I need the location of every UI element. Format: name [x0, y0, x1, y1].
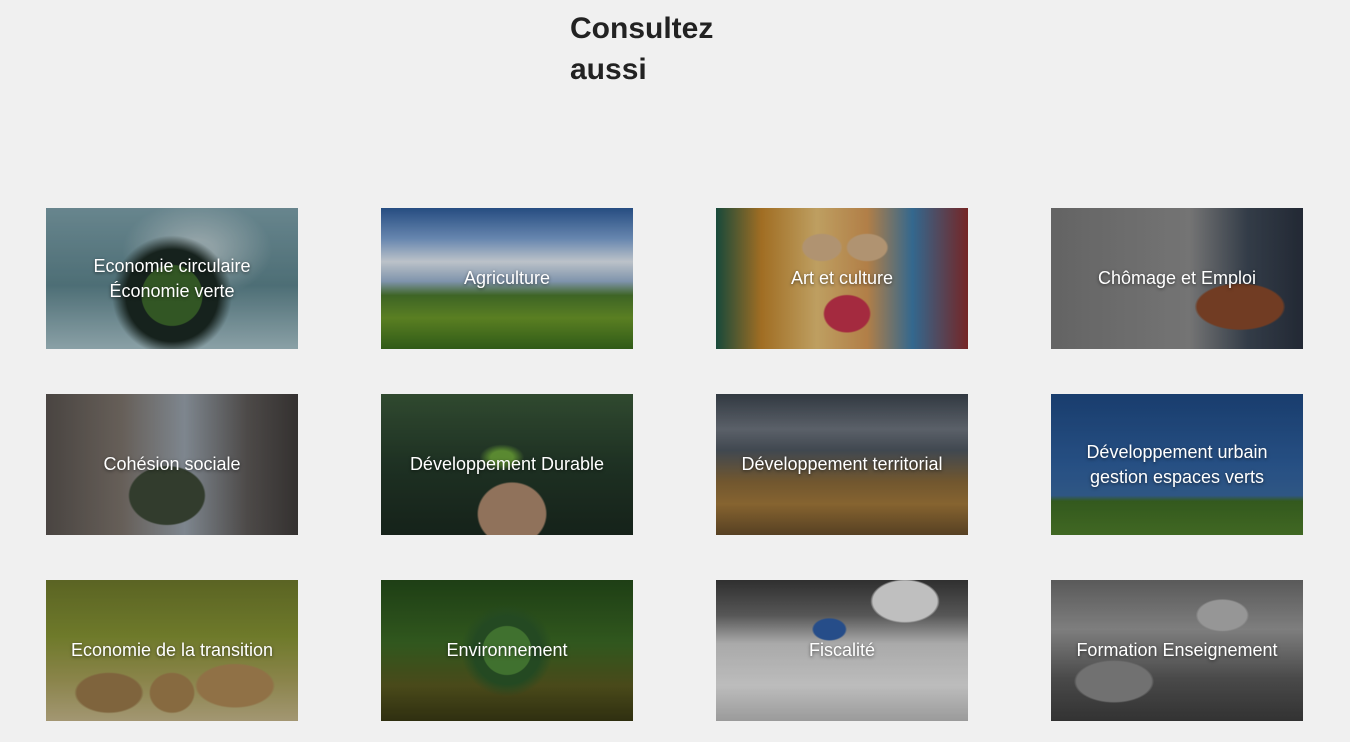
- tile-label: Fiscalité: [801, 638, 883, 663]
- tile-label-line: Agriculture: [463, 268, 551, 288]
- topic-tile-agriculture[interactable]: Agriculture: [381, 208, 633, 349]
- tile-label: Art et culture: [783, 266, 901, 291]
- tile-label: Formation Enseignement: [1068, 638, 1285, 663]
- tile-label: Economie de la transition: [63, 638, 281, 663]
- tile-label: Cohésion sociale: [95, 452, 248, 477]
- tile-label: Environnement: [438, 638, 575, 663]
- tile-label: Développement urbain gestion espaces ver…: [1078, 440, 1275, 490]
- tile-label: Développement Durable: [402, 452, 612, 477]
- tile-label-line: gestion espaces verts: [1089, 466, 1265, 487]
- tile-label-line: Développement territorial: [741, 454, 943, 474]
- tile-label-line: Fiscalité: [808, 640, 875, 660]
- tile-label: Agriculture: [456, 266, 558, 291]
- tile-label-line: Chômage et Emploi: [1097, 268, 1257, 288]
- tile-label: Economie circulaire Économie verte: [85, 254, 258, 304]
- tile-label-line: Développement Durable: [409, 454, 605, 474]
- topics-grid: Economie circulaire Économie verte Agric…: [46, 208, 1303, 721]
- tile-label: Développement territorial: [733, 452, 950, 477]
- topic-tile-chomage-emploi[interactable]: Chômage et Emploi: [1051, 208, 1303, 349]
- tile-label-line: Economie de la transition: [70, 640, 274, 660]
- tile-label-line: Développement urbain: [1086, 441, 1268, 462]
- page-title: Consultez aussi: [570, 12, 714, 86]
- topic-tile-fiscalite[interactable]: Fiscalité: [716, 580, 968, 721]
- topic-tile-art-et-culture[interactable]: Art et culture: [716, 208, 968, 349]
- tile-label: Chômage et Emploi: [1090, 266, 1264, 291]
- topic-tile-environnement[interactable]: Environnement: [381, 580, 633, 721]
- tile-label-line: Formation Enseignement: [1076, 640, 1278, 660]
- tile-label-line: Cohésion sociale: [103, 454, 241, 474]
- topic-tile-economie-transition[interactable]: Economie de la transition: [46, 580, 298, 721]
- topic-tile-cohesion-sociale[interactable]: Cohésion sociale: [46, 394, 298, 535]
- topic-tile-formation-enseignement[interactable]: Formation Enseignement: [1051, 580, 1303, 721]
- tile-label-line: Economie circulaire: [93, 255, 251, 276]
- topic-tile-developpement-durable[interactable]: Développement Durable: [381, 394, 633, 535]
- tile-label-line: Art et culture: [790, 268, 894, 288]
- topic-tile-developpement-territorial[interactable]: Développement territorial: [716, 394, 968, 535]
- tile-label-line: Économie verte: [109, 280, 235, 301]
- tile-label-line: Environnement: [446, 640, 568, 660]
- topic-tile-economie-circulaire[interactable]: Economie circulaire Économie verte: [46, 208, 298, 349]
- topic-tile-developpement-urbain[interactable]: Développement urbain gestion espaces ver…: [1051, 394, 1303, 535]
